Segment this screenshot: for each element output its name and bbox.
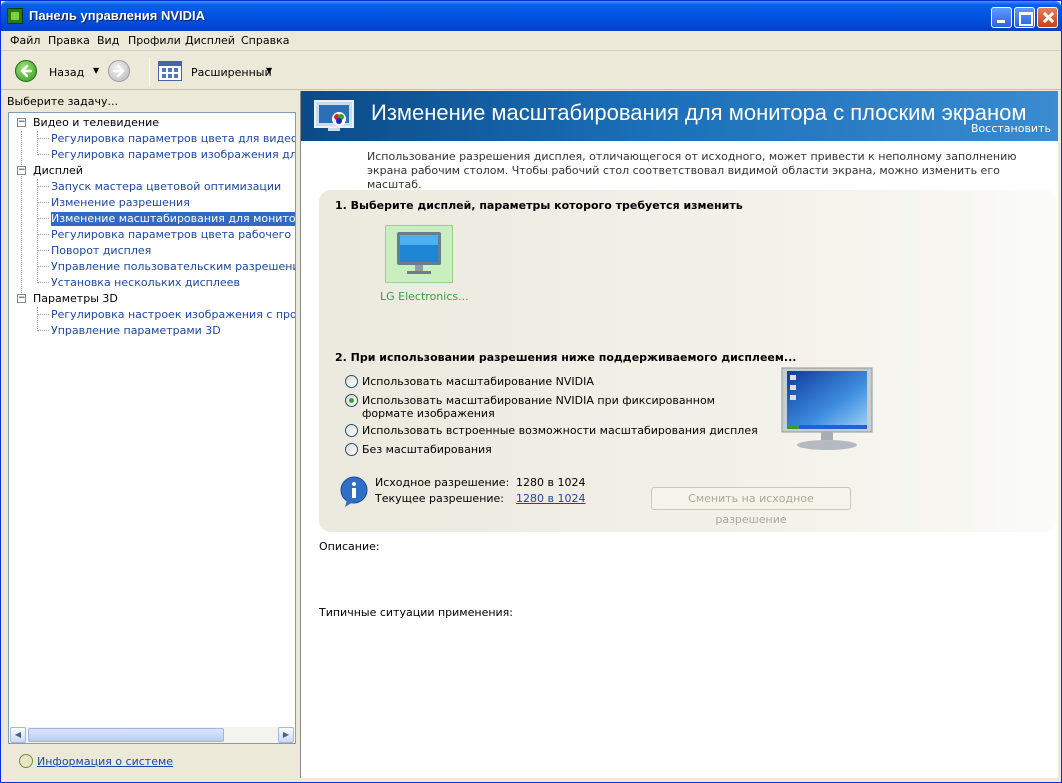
forward-arrow-icon[interactable] <box>108 60 130 82</box>
display-selector-tile[interactable] <box>385 225 453 283</box>
system-info-link[interactable]: Информация о системе <box>37 755 173 768</box>
tree-item-manage-3d[interactable]: Управление параметрами 3D <box>51 324 221 338</box>
back-dropdown-icon[interactable]: ▼ <box>93 66 99 75</box>
tree-item-multiple-displays[interactable]: Установка нескольких дисплеев <box>51 276 240 290</box>
scroll-right-icon[interactable]: ▶ <box>278 727 294 743</box>
tree-item-rotate-display[interactable]: Поворот дисплея <box>51 244 151 258</box>
tree-item-custom-resolution[interactable]: Управление пользовательским разрешением <box>51 260 295 274</box>
description-label: Описание: <box>319 540 380 553</box>
menu-profiles[interactable]: Профили <box>128 34 181 47</box>
back-arrow-icon[interactable] <box>15 60 37 82</box>
page-title: Изменение масштабирования для монитора с… <box>371 100 1027 125</box>
tree-item-change-resolution[interactable]: Изменение разрешения <box>51 196 190 210</box>
display-settings-icon <box>314 100 354 131</box>
native-resolution-value: 1280 в 1024 <box>516 476 586 489</box>
tree-group-video[interactable]: Видео и телевидение <box>33 116 159 130</box>
minimize-button[interactable] <box>991 7 1012 28</box>
usage-label: Типичные ситуации применения: <box>319 606 513 619</box>
tree-item-video-image[interactable]: Регулировка параметров изображения для в… <box>51 148 295 162</box>
menu-bar: Файл Правка Вид Профили Дисплей Справка <box>1 31 1061 51</box>
toolbar: Назад ▼ Расширенный ▼ <box>1 52 1061 90</box>
title-bar[interactable]: Панель управления NVIDIA <box>1 1 1061 31</box>
info-icon <box>340 476 368 507</box>
page-banner: Изменение масштабирования для монитора с… <box>301 91 1058 141</box>
toolbar-separator <box>149 58 150 86</box>
display-name[interactable]: LG Electronics... <box>380 290 469 303</box>
section-2-title: 2. При использовании разрешения ниже под… <box>335 351 797 364</box>
scroll-thumb[interactable] <box>28 728 224 742</box>
collapse-icon[interactable]: − <box>17 294 26 303</box>
content-pane: Изменение масштабирования для монитора с… <box>300 91 1058 778</box>
radio-button-selected[interactable] <box>345 394 358 407</box>
tree-item-color-wizard[interactable]: Запуск мастера цветовой оптимизации <box>51 180 281 194</box>
menu-view[interactable]: Вид <box>97 34 119 47</box>
maximize-button[interactable] <box>1014 7 1035 28</box>
window-title: Панель управления NVIDIA <box>29 8 206 23</box>
tree-group-3d[interactable]: Параметры 3D <box>33 292 118 306</box>
tree-item-flat-panel-scaling[interactable]: Изменение масштабирования для монитора с… <box>51 212 295 226</box>
menu-file[interactable]: Файл <box>10 34 40 47</box>
task-tree: − Видео и телевидение Регулировка параме… <box>8 112 296 744</box>
back-button[interactable]: Назад <box>49 66 84 79</box>
menu-help[interactable]: Справка <box>241 34 289 47</box>
view-dropdown-icon[interactable]: ▼ <box>266 66 272 75</box>
radio-button[interactable] <box>345 424 358 437</box>
monitor-preview-image <box>781 367 873 450</box>
native-resolution-label: Исходное разрешение: <box>375 476 510 489</box>
intro-text: Использование разрешения дисплея, отлича… <box>367 150 1017 191</box>
main-window: Панель управления NVIDIA Файл Правка Вид… <box>0 0 1062 783</box>
monitor-icon <box>397 232 441 274</box>
tree-item-desktop-color[interactable]: Регулировка параметров цвета рабочего ст… <box>51 228 295 242</box>
section-1-title: 1. Выберите дисплей, параметры которого … <box>335 199 743 212</box>
tree-item-image-settings-preview[interactable]: Регулировка настроек изображения с просм… <box>51 308 295 322</box>
view-mode-icon[interactable] <box>158 61 182 81</box>
settings-panel: 1. Выберите дисплей, параметры которого … <box>319 190 1057 532</box>
close-button[interactable] <box>1037 7 1058 28</box>
menu-display[interactable]: Дисплей <box>185 34 235 47</box>
restore-defaults-link[interactable]: Восстановить <box>971 122 1051 135</box>
current-resolution-label: Текущее разрешение: <box>375 492 505 505</box>
task-header: Выберите задачу... <box>7 95 119 108</box>
revert-to-native-button[interactable]: Сменить на исходное разрешение <box>651 487 851 526</box>
tree-item-video-color[interactable]: Регулировка параметров цвета для видео <box>51 132 295 146</box>
collapse-icon[interactable]: − <box>17 118 26 127</box>
radio-button[interactable] <box>345 443 358 456</box>
menu-edit[interactable]: Правка <box>48 34 90 47</box>
horizontal-scrollbar[interactable]: ◀ ▶ <box>10 727 294 743</box>
radio-button[interactable] <box>345 375 358 388</box>
view-mode-button[interactable]: Расширенный <box>191 66 272 79</box>
scroll-left-icon[interactable]: ◀ <box>10 727 26 743</box>
tree-group-display[interactable]: Дисплей <box>33 164 83 178</box>
system-info-icon[interactable] <box>19 754 33 768</box>
nvidia-app-icon <box>7 8 23 24</box>
current-resolution-link[interactable]: 1280 в 1024 <box>516 492 585 505</box>
collapse-icon[interactable]: − <box>17 166 26 175</box>
